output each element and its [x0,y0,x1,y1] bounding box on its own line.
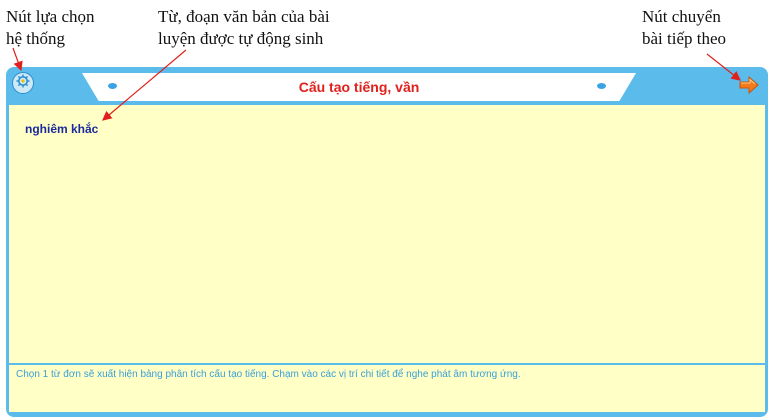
generated-word[interactable]: nghiêm khắc [25,122,98,136]
lesson-title: Cấu tạo tiếng, vần [298,79,420,95]
system-select-button[interactable] [12,72,34,94]
exercise-content: nghiêm khắc [9,105,765,363]
annotation-text-line2: luyện được tự động sinh [158,29,324,48]
arrow-right-icon [739,75,759,99]
instruction-text: Chọn 1 từ đơn sẽ xuất hiện bảng phân tíc… [16,369,521,380]
annotation-system-line1: Nút lựa chọn [6,7,95,26]
annotation-next-button: Nút chuyển bài tiếp theo [642,6,726,50]
page-edge [770,60,774,420]
title-bar: Cấu tạo tiếng, vần [6,67,768,107]
instruction-bar: Chọn 1 từ đơn sẽ xuất hiện bảng phân tíc… [9,365,765,412]
next-lesson-button[interactable] [738,75,760,99]
annotation-system-button: Nút lựa chọn hệ thống [6,6,95,50]
annotation-system-line2: hệ thống [6,29,66,48]
annotation-next-line2: bài tiếp theo [642,29,727,48]
app-window: Cấu tạo tiếng, vần nghiêm khắc Chọn 1 từ… [6,67,768,417]
annotation-generated-text: Từ, đoạn văn bản của bài luyện được tự đ… [158,6,330,50]
gear-icon [16,74,30,93]
annotation-next-line1: Nút chuyển [642,7,721,26]
annotation-text-line1: Từ, đoạn văn bản của bài [158,7,330,26]
